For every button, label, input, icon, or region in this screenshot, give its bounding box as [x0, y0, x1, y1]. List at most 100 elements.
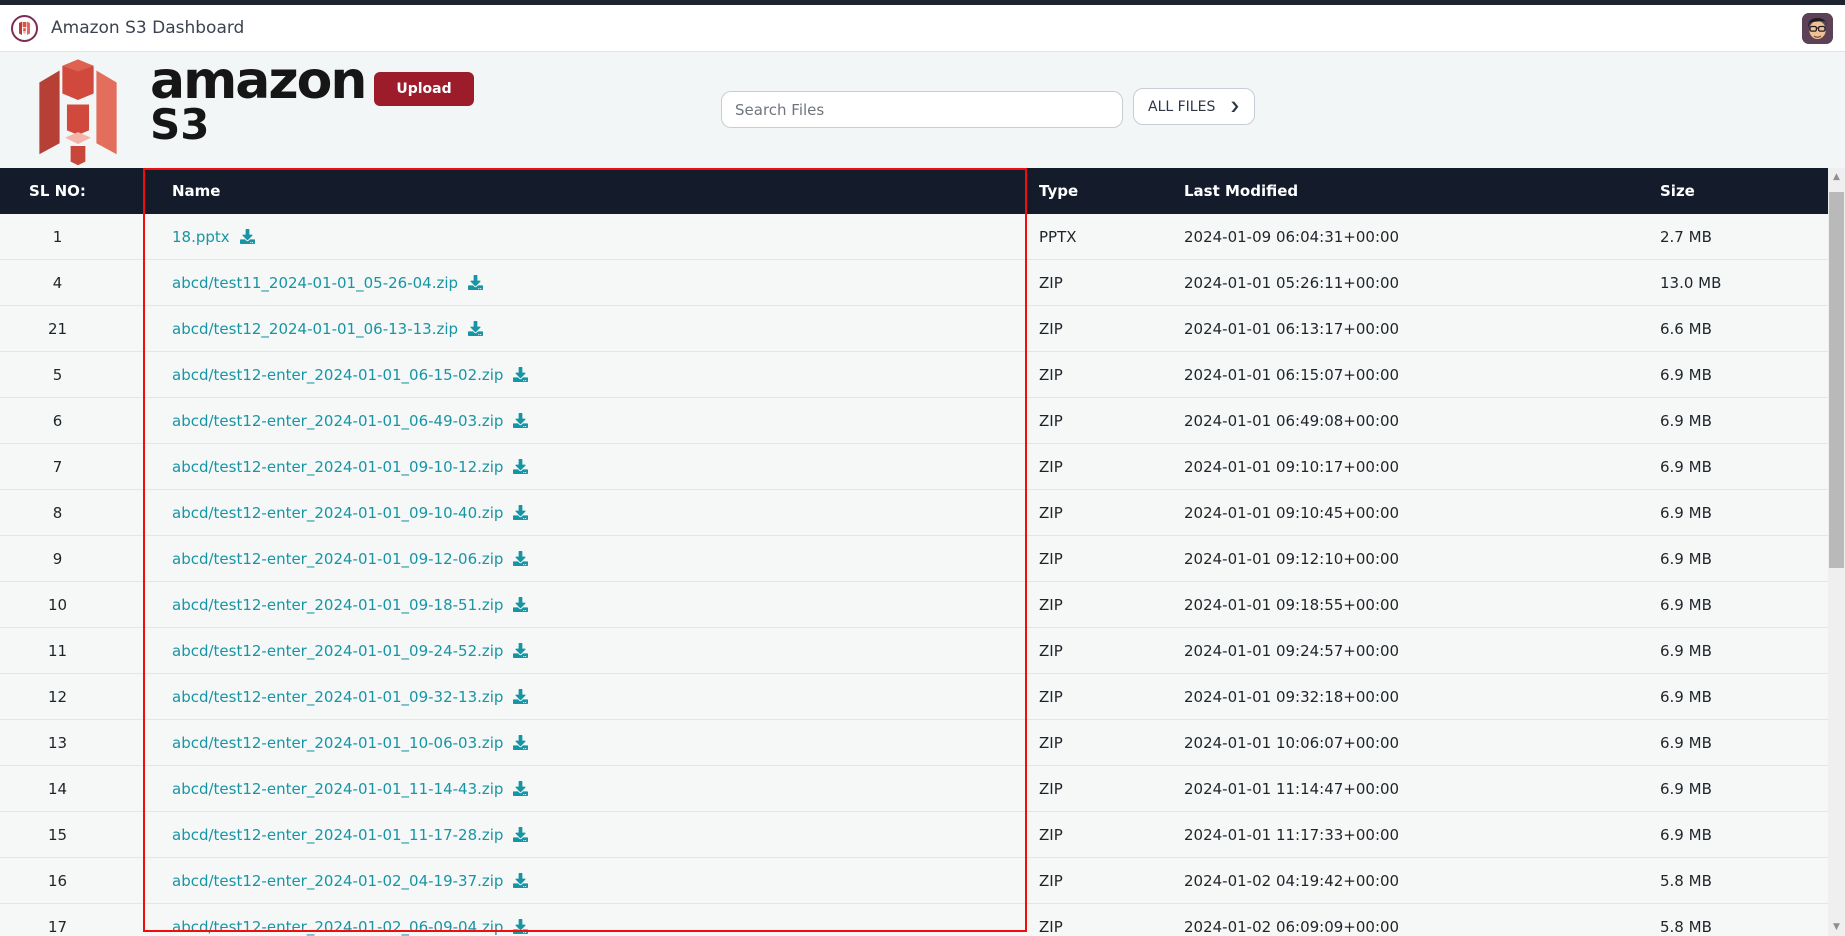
download-icon[interactable] [468, 275, 484, 290]
cell-type: ZIP [1039, 549, 1063, 568]
download-icon[interactable] [513, 597, 529, 612]
page-title: Amazon S3 Dashboard [51, 18, 245, 38]
file-type-filter-value: ALL FILES [1148, 98, 1216, 115]
cell-sl-no: 11 [47, 641, 68, 660]
file-link[interactable]: abcd/test12-enter_2024-01-01_11-14-43.zi… [172, 780, 503, 798]
table-row: 17 abcd/test12-enter_2024-01-02_06-09-04… [0, 904, 1828, 936]
download-icon[interactable] [513, 551, 529, 566]
cell-last-modified: 2024-01-01 11:14:47+00:00 [1184, 779, 1400, 798]
scrollbar-thumb[interactable] [1829, 192, 1844, 568]
table-row: 1 18.pptx PPTX 2024-01-09 06:04:31+00:00… [0, 214, 1828, 260]
file-link[interactable]: abcd/test12-enter_2024-01-02_04-19-37.zi… [172, 872, 503, 890]
cell-sl-no: 12 [47, 687, 68, 706]
brand-amazon-text: amazon [150, 51, 367, 111]
cell-last-modified: 2024-01-01 05:26:11+00:00 [1184, 273, 1400, 292]
table-scrollbar[interactable]: ▲ ▼ [1828, 168, 1845, 936]
file-type-filter[interactable]: ALL FILES ❯ [1133, 88, 1256, 125]
file-link[interactable]: abcd/test12-enter_2024-01-01_09-12-06.zi… [172, 550, 503, 568]
cell-name: abcd/test12-enter_2024-01-01_09-32-13.zi… [143, 688, 1027, 706]
table-row: 11 abcd/test12-enter_2024-01-01_09-24-52… [0, 628, 1828, 674]
download-icon[interactable] [468, 321, 484, 336]
file-link[interactable]: 18.pptx [172, 228, 230, 246]
cell-name: abcd/test11_2024-01-01_05-26-04.zip [143, 274, 1027, 292]
cell-name: abcd/test12-enter_2024-01-01_09-24-52.zi… [143, 642, 1027, 660]
cell-type: ZIP [1039, 779, 1063, 798]
download-icon[interactable] [513, 735, 529, 750]
download-icon[interactable] [513, 459, 529, 474]
cell-sl-no: 7 [52, 457, 63, 476]
download-icon[interactable] [513, 781, 529, 796]
cell-last-modified: 2024-01-01 06:15:07+00:00 [1184, 365, 1400, 384]
file-link[interactable]: abcd/test12-enter_2024-01-01_11-17-28.zi… [172, 826, 503, 844]
cell-size: 6.6 MB [1660, 319, 1712, 338]
cell-type: ZIP [1039, 365, 1063, 384]
file-link[interactable]: abcd/test12-enter_2024-01-01_09-10-12.zi… [172, 458, 503, 476]
file-link[interactable]: abcd/test11_2024-01-01_05-26-04.zip [172, 274, 458, 292]
cell-size: 6.9 MB [1660, 641, 1712, 660]
cell-size: 2.7 MB [1660, 227, 1712, 246]
download-icon[interactable] [513, 919, 529, 934]
table-header-row: SL NO: Name Type Last Modified Size [0, 168, 1828, 214]
cell-sl-no: 17 [47, 917, 68, 936]
download-icon[interactable] [513, 873, 529, 888]
chevron-down-icon: ❯ [1229, 100, 1241, 113]
user-avatar[interactable] [1802, 13, 1833, 44]
amazon-s3-logo-icon [39, 59, 117, 166]
file-link[interactable]: abcd/test12-enter_2024-01-01_09-32-13.zi… [172, 688, 503, 706]
app-favicon [11, 14, 38, 42]
cell-type: ZIP [1039, 733, 1063, 752]
table-row: 8 abcd/test12-enter_2024-01-01_09-10-40.… [0, 490, 1828, 536]
download-icon[interactable] [513, 689, 529, 704]
s3-bucket-icon [19, 21, 30, 35]
table-row: 12 abcd/test12-enter_2024-01-01_09-32-13… [0, 674, 1828, 720]
cell-last-modified: 2024-01-01 09:18:55+00:00 [1184, 595, 1400, 614]
file-link[interactable]: abcd/test12_2024-01-01_06-13-13.zip [172, 320, 458, 338]
table-row: 9 abcd/test12-enter_2024-01-01_09-12-06.… [0, 536, 1828, 582]
cell-type: ZIP [1039, 457, 1063, 476]
cell-size: 6.9 MB [1660, 733, 1712, 752]
cell-type: ZIP [1039, 319, 1063, 338]
download-icon[interactable] [513, 827, 529, 842]
file-link[interactable]: abcd/test12-enter_2024-01-01_09-10-40.zi… [172, 504, 503, 522]
cell-size: 6.9 MB [1660, 365, 1712, 384]
brand-wordmark: amazon S3 [150, 51, 367, 145]
cell-last-modified: 2024-01-01 06:13:17+00:00 [1184, 319, 1400, 338]
cell-name: abcd/test12-enter_2024-01-01_11-17-28.zi… [143, 826, 1027, 844]
search-input[interactable] [721, 91, 1123, 128]
download-icon[interactable] [513, 643, 529, 658]
cell-size: 6.9 MB [1660, 595, 1712, 614]
table-row: 6 abcd/test12-enter_2024-01-01_06-49-03.… [0, 398, 1828, 444]
scrollbar-up-arrow-icon[interactable]: ▲ [1828, 168, 1845, 186]
download-icon[interactable] [513, 413, 529, 428]
cell-sl-no: 9 [52, 549, 63, 568]
download-icon[interactable] [239, 229, 255, 244]
cell-type: ZIP [1039, 273, 1063, 292]
cell-type: ZIP [1039, 917, 1063, 936]
cell-last-modified: 2024-01-01 09:10:45+00:00 [1184, 503, 1400, 522]
upload-button[interactable]: Upload [374, 72, 474, 106]
cell-name: abcd/test12-enter_2024-01-01_09-10-40.zi… [143, 504, 1027, 522]
file-link[interactable]: abcd/test12-enter_2024-01-02_06-09-04.zi… [172, 918, 503, 936]
file-link[interactable]: abcd/test12-enter_2024-01-01_06-49-03.zi… [172, 412, 503, 430]
scrollbar-down-arrow-icon[interactable]: ▼ [1828, 918, 1845, 936]
top-bar: Amazon S3 Dashboard [0, 5, 1845, 52]
cell-type: ZIP [1039, 595, 1063, 614]
header-type: Type [1039, 182, 1079, 200]
file-link[interactable]: abcd/test12-enter_2024-01-01_09-18-51.zi… [172, 596, 503, 614]
cell-size: 5.8 MB [1660, 871, 1712, 890]
cell-size: 6.9 MB [1660, 457, 1712, 476]
file-link[interactable]: abcd/test12-enter_2024-01-01_09-24-52.zi… [172, 642, 503, 660]
cell-size: 5.8 MB [1660, 917, 1712, 936]
cell-sl-no: 4 [52, 273, 63, 292]
table-row: 15 abcd/test12-enter_2024-01-01_11-17-28… [0, 812, 1828, 858]
download-icon[interactable] [513, 367, 529, 382]
download-icon[interactable] [513, 505, 529, 520]
file-link[interactable]: abcd/test12-enter_2024-01-01_06-15-02.zi… [172, 366, 503, 384]
table-row: 5 abcd/test12-enter_2024-01-01_06-15-02.… [0, 352, 1828, 398]
cell-last-modified: 2024-01-09 06:04:31+00:00 [1184, 227, 1400, 246]
file-link[interactable]: abcd/test12-enter_2024-01-01_10-06-03.zi… [172, 734, 503, 752]
cell-last-modified: 2024-01-01 09:12:10+00:00 [1184, 549, 1400, 568]
cell-sl-no: 10 [47, 595, 68, 614]
cell-name: abcd/test12-enter_2024-01-02_04-19-37.zi… [143, 872, 1027, 890]
cell-size: 6.9 MB [1660, 503, 1712, 522]
